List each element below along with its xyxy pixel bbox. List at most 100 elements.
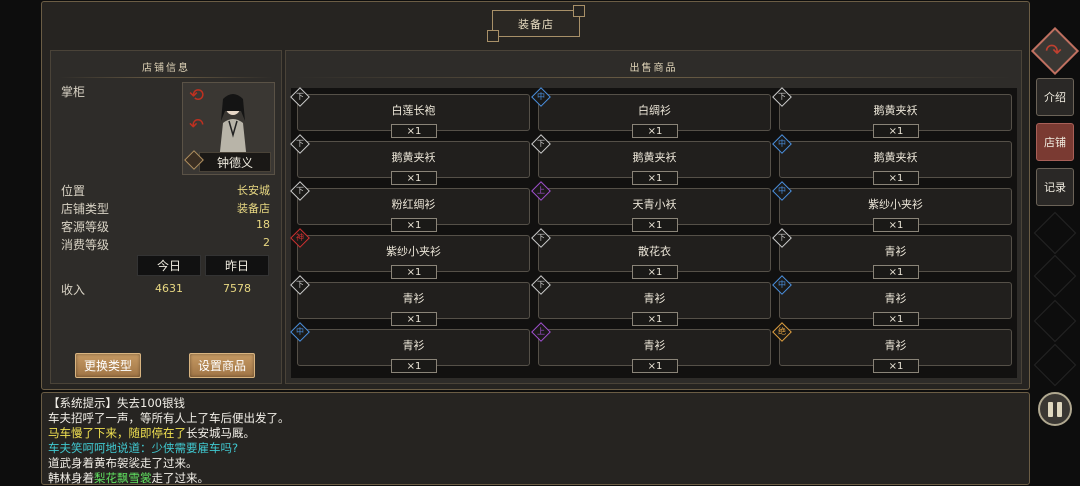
tab-intro[interactable]: 介绍 <box>1036 78 1074 116</box>
goods-item-name: 天青小袄 <box>632 198 677 211</box>
goods-item-name: 鹅黄夹袄 <box>391 151 436 164</box>
goods-item-qty: ×1 <box>632 218 678 232</box>
log-line: 车夫招呼了一声，等所有人上了车后便出发了。 <box>48 411 1023 426</box>
goods-item-qty: ×1 <box>391 218 437 232</box>
goods-item[interactable]: 绝青衫 ×1 <box>772 322 1012 373</box>
goods-item-qty: ×1 <box>391 359 437 373</box>
location-value: 长安城 <box>237 184 270 197</box>
martial-icon <box>1033 211 1077 255</box>
goods-grid: 下白莲长袍 ×1 中白绸衫 ×1 下鹅黄夹袄 ×1 下鹅黄夹袄 ×1 下鹅黄夹袄 ×1 中鹅黄夹袄 ×… <box>290 87 1017 378</box>
log-line: 车夫笑呵呵地说道：少侠需要雇车吗? <box>48 441 1023 456</box>
log-segment: 走了过来。 <box>151 471 210 485</box>
goods-item[interactable]: 神紫纱小夹衫 ×1 <box>290 228 530 279</box>
log-line: 马车慢了下来，随即停在了长安城马厩。 <box>48 426 1023 441</box>
goods-item-qty: ×1 <box>873 359 919 373</box>
goods-item-qty: ×1 <box>632 312 678 326</box>
goods-item[interactable]: 下散花衣 ×1 <box>531 228 771 279</box>
shop-title-text: 装备店 <box>518 17 554 31</box>
change-type-button[interactable]: 更换类型 <box>75 353 141 378</box>
goods-item-qty: ×1 <box>391 265 437 279</box>
owner-figure <box>219 94 247 161</box>
goods-item[interactable]: 下青衫 ×1 <box>772 228 1012 279</box>
goods-item-qty: ×1 <box>632 359 678 373</box>
owner-portrait[interactable]: ⟲ ↶ 钟德义 <box>182 82 275 175</box>
customer-level-label: 客源等级 <box>61 220 110 234</box>
log-line: 韩林身着梨花飘雪裳走了过来。 <box>48 471 1023 486</box>
goods-item[interactable]: 下鹅黄夹袄 ×1 <box>290 134 530 185</box>
goods-item[interactable]: 下鹅黄夹袄 ×1 <box>772 87 1012 138</box>
shop-title: 装备店 <box>487 5 585 42</box>
goods-item-name: 青衫 <box>643 339 666 352</box>
goods-item[interactable]: 下粉红绸衫 ×1 <box>290 181 530 232</box>
goods-item[interactable]: 下青衫 ×1 <box>290 275 530 326</box>
log-segment: 长安城马厩。 <box>186 426 255 440</box>
yesterday-header: 昨日 <box>205 255 269 276</box>
goods-title: 出售商品 <box>286 59 1021 78</box>
goods-item-qty: ×1 <box>873 171 919 185</box>
shop-type-label: 店铺类型 <box>61 202 110 216</box>
goods-item[interactable]: 中青衫 ×1 <box>290 322 530 373</box>
goods-item-name: 紫纱小夹衫 <box>386 245 441 258</box>
title-ornament <box>573 5 585 17</box>
goods-item-qty: ×1 <box>632 265 678 279</box>
goods-item[interactable]: 下白莲长袍 ×1 <box>290 87 530 138</box>
goods-item-qty: ×1 <box>391 312 437 326</box>
tab-record[interactable]: 记录 <box>1036 168 1074 206</box>
location-label: 位置 <box>61 184 86 198</box>
goods-item-name: 鹅黄夹袄 <box>873 151 918 164</box>
return-icon[interactable]: ↶ <box>189 115 204 136</box>
goods-item-qty: ×1 <box>632 124 678 138</box>
goods-item-qty: ×1 <box>391 124 437 138</box>
goods-item-name: 青衫 <box>643 292 666 305</box>
goods-item-qty: ×1 <box>873 312 919 326</box>
goods-item-name: 鹅黄夹袄 <box>873 104 918 117</box>
goods-panel: 出售商品 下白莲长袍 ×1 中白绸衫 ×1 下鹅黄夹袄 ×1 下鹅黄夹袄 ×1 下鹅黄夹袄 ×1 中… <box>285 50 1022 384</box>
today-header: 今日 <box>137 255 201 276</box>
pause-button[interactable] <box>1038 392 1072 426</box>
goods-item-name: 散花衣 <box>638 245 671 258</box>
shop-info-panel: 店铺信息 掌柜 ⟲ ↶ 钟德义 位置 长安城 店铺类型 装备店 客源等级 18 … <box>50 50 282 384</box>
goods-item-qty: ×1 <box>632 171 678 185</box>
tab-shop[interactable]: 店铺 <box>1036 123 1074 161</box>
goods-item[interactable]: 中白绸衫 ×1 <box>531 87 771 138</box>
pause-bar <box>1057 401 1062 417</box>
goods-item-name: 粉红绸衫 <box>391 198 436 211</box>
log-line: 【系统提示】失去100银钱 <box>48 396 1023 411</box>
shop-type-value: 装备店 <box>237 202 270 215</box>
goods-item-qty: ×1 <box>873 265 919 279</box>
goods-item-name: 青衫 <box>884 292 907 305</box>
goods-item-name: 紫纱小夹衫 <box>868 198 923 211</box>
title-ornament <box>487 30 499 42</box>
goods-item[interactable]: 中青衫 ×1 <box>772 275 1012 326</box>
settings-icon <box>1033 343 1077 387</box>
goods-item[interactable]: 上天青小袄 ×1 <box>531 181 771 232</box>
log-segment: 梨花飘雪裳 <box>94 471 152 485</box>
set-goods-button[interactable]: 设置商品 <box>189 353 255 378</box>
goods-item-qty: ×1 <box>391 171 437 185</box>
log-segment: 韩林身着 <box>48 471 94 485</box>
income-yesterday: 7578 <box>223 282 251 295</box>
goods-item[interactable]: 下鹅黄夹袄 ×1 <box>531 134 771 185</box>
message-log: 【系统提示】失去100银钱 车夫招呼了一声，等所有人上了车后便出发了。 马车慢了下来… <box>41 392 1030 485</box>
income-today: 4631 <box>155 282 183 295</box>
log-segment: 道武身着黄布袈裟走了过来。 <box>48 456 198 470</box>
owner-label: 掌柜 <box>61 85 86 99</box>
help-icon <box>1033 299 1077 343</box>
goods-item[interactable]: 中紫纱小夹衫 ×1 <box>772 181 1012 232</box>
shop-panel: 装备店 店铺信息 掌柜 ⟲ ↶ 钟德义 位置 长安城 店铺类型 装备店 客源等级… <box>41 1 1030 390</box>
goods-item[interactable]: 上青衫 ×1 <box>531 322 771 373</box>
goods-item[interactable]: 下青衫 ×1 <box>531 275 771 326</box>
customer-level-value: 18 <box>256 218 270 231</box>
shop-info-title: 店铺信息 <box>51 59 281 78</box>
goods-item[interactable]: 中鹅黄夹袄 ×1 <box>772 134 1012 185</box>
refresh-icon[interactable]: ⟲ <box>189 85 204 106</box>
goods-item-name: 青衫 <box>884 339 907 352</box>
goods-item-name: 青衫 <box>884 245 907 258</box>
log-line: 道武身着黄布袈裟走了过来。 <box>48 456 1023 471</box>
sect-icon <box>1033 254 1077 298</box>
pause-bar <box>1048 401 1053 417</box>
log-segment: 车夫招呼了一声，等所有人上了车后便出发了。 <box>48 411 290 425</box>
log-segment: 车夫笑呵呵地说道：少侠需要雇车吗? <box>48 441 239 455</box>
income-label: 收入 <box>61 283 86 297</box>
goods-item-name: 青衫 <box>402 339 425 352</box>
